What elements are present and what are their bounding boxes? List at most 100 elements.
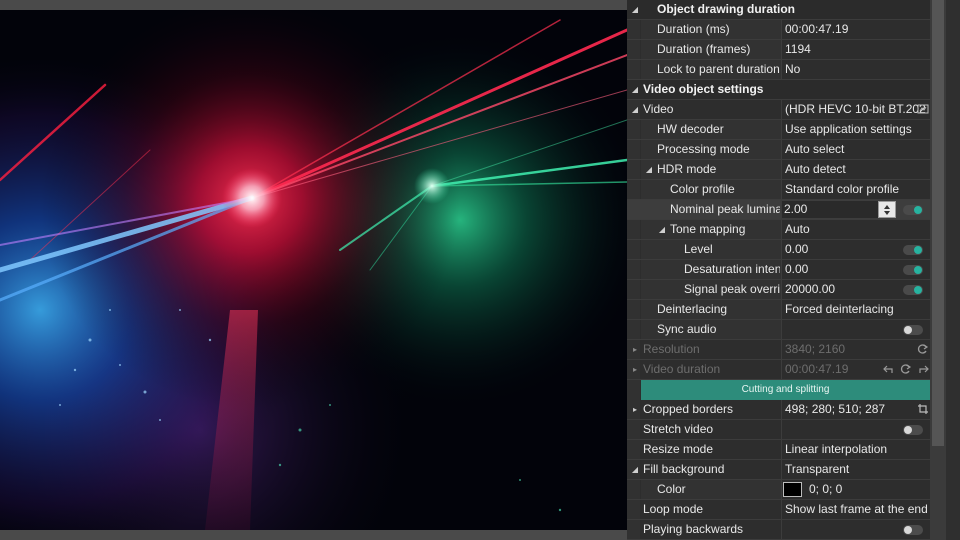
video-label: Video bbox=[643, 102, 674, 116]
stretch-video-toggle[interactable] bbox=[903, 425, 923, 435]
row-loop-mode[interactable]: Loop mode Show last frame at the end o bbox=[627, 500, 930, 520]
row-signal-peak[interactable]: Signal peak overri 20000.00 bbox=[627, 280, 930, 300]
processing-mode-text: Auto select bbox=[785, 142, 845, 156]
row-stretch-video[interactable]: Stretch video bbox=[627, 420, 930, 440]
duration-frames-value[interactable]: 1194 bbox=[781, 40, 930, 59]
expand-triangle-icon[interactable]: ▸ bbox=[629, 360, 641, 379]
nominal-peak-spinner[interactable] bbox=[878, 201, 896, 218]
scrollbar-thumb[interactable] bbox=[932, 0, 944, 446]
video-file-icon[interactable] bbox=[917, 103, 929, 115]
toggle-knob bbox=[904, 526, 912, 534]
fill-background-value[interactable]: Transparent bbox=[781, 460, 930, 479]
row-color[interactable]: Color 0; 0; 0 bbox=[627, 480, 930, 500]
desaturation-value[interactable]: 0.00 bbox=[781, 260, 930, 279]
color-swatch[interactable] bbox=[783, 482, 802, 497]
video-value[interactable]: (HDR HEVC 10-bit BT.202 bbox=[781, 100, 930, 119]
hdr-mode-value[interactable]: Auto detect bbox=[781, 160, 930, 179]
toggle-knob bbox=[914, 266, 922, 274]
video-duration-label: Video duration bbox=[643, 362, 721, 376]
crop-icon[interactable] bbox=[917, 403, 929, 415]
row-duration-ms[interactable]: Duration (ms) 00:00:47.19 bbox=[627, 20, 930, 40]
stretch-video-label: Stretch video bbox=[643, 422, 714, 436]
row-video[interactable]: ◢ Video (HDR HEVC 10-bit BT.202 bbox=[627, 100, 930, 120]
row-level[interactable]: Level 0.00 bbox=[627, 240, 930, 260]
laser-scene-image bbox=[0, 10, 627, 530]
signal-peak-text: 20000.00 bbox=[785, 282, 836, 296]
sync-audio-toggle[interactable] bbox=[903, 325, 923, 335]
cutting-splitting-button[interactable]: Cutting and splitting bbox=[641, 380, 930, 400]
reset-icon[interactable] bbox=[900, 363, 912, 375]
stretch-video-value[interactable] bbox=[781, 420, 930, 439]
color-profile-value[interactable]: Standard color profile bbox=[781, 180, 930, 199]
signal-peak-value[interactable]: 20000.00 bbox=[781, 280, 930, 299]
desaturation-toggle[interactable] bbox=[903, 265, 923, 275]
row-duration-frames[interactable]: Duration (frames) 1194 bbox=[627, 40, 930, 60]
reset-icon[interactable] bbox=[917, 343, 929, 355]
row-color-profile[interactable]: Color profile Standard color profile bbox=[627, 180, 930, 200]
toggle-knob bbox=[914, 286, 922, 294]
resize-mode-value[interactable]: Linear interpolation bbox=[781, 440, 930, 459]
toggle-knob bbox=[904, 426, 912, 434]
resolution-label: Resolution bbox=[643, 342, 700, 356]
lock-parent-value[interactable]: No bbox=[781, 60, 930, 79]
row-cropped-borders[interactable]: ▸ Cropped borders 498; 280; 510; 287 bbox=[627, 400, 930, 420]
undo-icon[interactable] bbox=[883, 363, 895, 375]
collapse-triangle-icon[interactable]: ◢ bbox=[629, 100, 641, 119]
signal-peak-toggle[interactable] bbox=[903, 285, 923, 295]
spin-down-icon[interactable] bbox=[884, 211, 890, 215]
row-fill-background[interactable]: ◢ Fill background Transparent bbox=[627, 460, 930, 480]
fill-background-text: Transparent bbox=[785, 462, 850, 476]
row-deinterlacing[interactable]: Deinterlacing Forced deinterlacing bbox=[627, 300, 930, 320]
row-tone-mapping[interactable]: ◢ Tone mapping Auto bbox=[627, 220, 930, 240]
section-object-drawing-duration[interactable]: ◢ Object drawing duration bbox=[627, 0, 930, 20]
section-video-object-settings[interactable]: ◢ Video object settings bbox=[627, 80, 930, 100]
expand-triangle-icon[interactable]: ▸ bbox=[629, 340, 641, 359]
nominal-peak-toggle[interactable] bbox=[903, 205, 923, 215]
hdr-mode-label: HDR mode bbox=[657, 162, 717, 176]
nominal-peak-text: 2.00 bbox=[784, 202, 808, 216]
deinterlacing-value[interactable]: Forced deinterlacing bbox=[781, 300, 930, 319]
playing-backwards-value[interactable] bbox=[781, 520, 930, 539]
row-hdr-mode[interactable]: ◢ HDR mode Auto detect bbox=[627, 160, 930, 180]
level-toggle[interactable] bbox=[903, 245, 923, 255]
video-preview[interactable] bbox=[0, 10, 627, 530]
row-lock-parent[interactable]: Lock to parent duration No bbox=[627, 60, 930, 80]
row-processing-mode[interactable]: Processing mode Auto select bbox=[627, 140, 930, 160]
playing-backwards-toggle[interactable] bbox=[903, 525, 923, 535]
row-desaturation[interactable]: Desaturation inten 0.00 bbox=[627, 260, 930, 280]
collapse-triangle-icon[interactable]: ◢ bbox=[629, 0, 641, 19]
redo-icon[interactable] bbox=[917, 363, 929, 375]
hw-decoder-value[interactable]: Use application settings bbox=[781, 120, 930, 139]
duration-ms-value[interactable]: 00:00:47.19 bbox=[781, 20, 930, 39]
row-sync-audio[interactable]: Sync audio bbox=[627, 320, 930, 340]
processing-mode-value[interactable]: Auto select bbox=[781, 140, 930, 159]
row-playing-backwards[interactable]: Playing backwards bbox=[627, 520, 930, 540]
nominal-peak-input[interactable]: 2.00 bbox=[782, 201, 878, 218]
cropped-borders-label: Cropped borders bbox=[643, 402, 734, 416]
level-value[interactable]: 0.00 bbox=[781, 240, 930, 259]
level-label: Level bbox=[684, 242, 713, 256]
collapse-triangle-icon[interactable]: ◢ bbox=[656, 220, 668, 239]
row-nominal-peak[interactable]: Nominal peak lumina 2.00 bbox=[627, 200, 930, 220]
sync-audio-value[interactable] bbox=[781, 320, 930, 339]
row-hw-decoder[interactable]: HW decoder Use application settings bbox=[627, 120, 930, 140]
properties-grid: ◢ Object drawing duration Duration (ms) … bbox=[627, 0, 930, 540]
color-value[interactable]: 0; 0; 0 bbox=[781, 480, 930, 499]
section-title: Video object settings bbox=[643, 82, 764, 96]
row-resize-mode[interactable]: Resize mode Linear interpolation bbox=[627, 440, 930, 460]
resize-mode-label: Resize mode bbox=[643, 442, 714, 456]
collapse-triangle-icon[interactable]: ◢ bbox=[629, 460, 641, 479]
row-video-duration: ▸ Video duration 00:00:47.19 bbox=[627, 360, 930, 380]
cropped-borders-value[interactable]: 498; 280; 510; 287 bbox=[781, 400, 930, 419]
collapse-triangle-icon[interactable]: ◢ bbox=[643, 160, 655, 179]
loop-mode-text: Show last frame at the end o bbox=[785, 502, 930, 516]
toggle-knob bbox=[904, 326, 912, 334]
loop-mode-value[interactable]: Show last frame at the end o bbox=[781, 500, 930, 519]
cropped-borders-text: 498; 280; 510; 287 bbox=[785, 402, 886, 416]
tone-mapping-value[interactable]: Auto bbox=[781, 220, 930, 239]
expand-triangle-icon[interactable]: ▸ bbox=[629, 400, 641, 419]
collapse-triangle-icon[interactable]: ◢ bbox=[629, 80, 641, 99]
color-label: Color bbox=[657, 482, 686, 496]
nominal-peak-value[interactable]: 2.00 bbox=[781, 200, 930, 219]
spin-up-icon[interactable] bbox=[884, 205, 890, 209]
